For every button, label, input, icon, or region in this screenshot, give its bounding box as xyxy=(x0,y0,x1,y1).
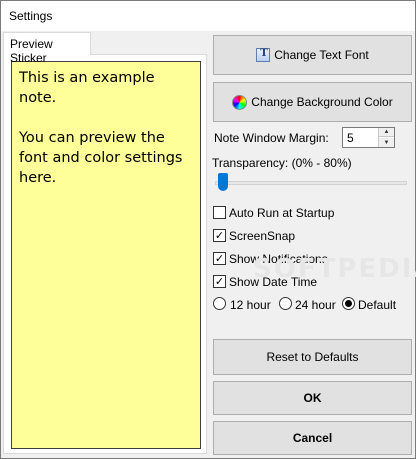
transparency-label: Transparency: (0% - 80%) xyxy=(212,156,352,170)
show-date-time-label: Show Date Time xyxy=(229,275,318,289)
cancel-label: Cancel xyxy=(292,431,333,445)
radio-default-label: Default xyxy=(358,298,397,312)
checkbox-show-notifications[interactable]: ✓ xyxy=(213,252,226,265)
tab-preview-sticker[interactable]: Preview Sticker xyxy=(3,32,91,65)
radio-12-hour[interactable] xyxy=(213,297,226,310)
radio-24-hour[interactable] xyxy=(279,297,292,310)
cancel-button[interactable]: Cancel xyxy=(213,421,412,455)
color-wheel-icon xyxy=(232,94,248,110)
screensnap-label: ScreenSnap xyxy=(229,229,296,243)
transparency-slider-track[interactable] xyxy=(215,181,407,185)
title-bar: Settings xyxy=(1,1,415,31)
font-icon xyxy=(256,48,271,62)
checkbox-auto-run[interactable] xyxy=(213,206,226,219)
window-title: Settings xyxy=(9,9,53,23)
sticker-preview: This is an example note. You can preview… xyxy=(11,61,201,449)
spinner-up-icon[interactable]: ▲ xyxy=(379,128,394,137)
change-text-font-button[interactable]: Change Text Font xyxy=(213,35,412,75)
margin-value: 5 xyxy=(347,131,354,145)
check-icon: ✓ xyxy=(214,252,225,265)
margin-spinner[interactable]: 5 ▲ ▼ xyxy=(342,127,395,148)
reset-to-defaults-button[interactable]: Reset to Defaults xyxy=(213,339,412,375)
check-icon: ✓ xyxy=(214,275,225,288)
spinner-down-icon[interactable]: ▼ xyxy=(379,138,394,147)
radio-12-hour-label: 12 hour xyxy=(230,298,271,312)
tab-label: Preview Sticker xyxy=(10,37,53,65)
change-background-color-button[interactable]: Change Background Color xyxy=(213,82,412,122)
check-icon: ✓ xyxy=(214,229,225,242)
change-text-font-label: Change Text Font xyxy=(274,48,369,62)
sticker-text-line2: You can preview the font and color setti… xyxy=(19,130,183,186)
margin-label: Note Window Margin: xyxy=(214,131,329,145)
radio-24-hour-label: 24 hour xyxy=(295,298,336,312)
settings-window: Settings Preview Sticker This is an exam… xyxy=(0,0,416,459)
spinner-arrows: ▲ ▼ xyxy=(378,128,394,147)
radio-default[interactable] xyxy=(342,297,355,310)
sticker-text-line1: This is an example note. xyxy=(19,70,155,106)
ok-button[interactable]: OK xyxy=(213,381,412,415)
transparency-slider-thumb[interactable] xyxy=(218,173,228,191)
checkbox-show-date-time[interactable]: ✓ xyxy=(213,275,226,288)
reset-to-defaults-label: Reset to Defaults xyxy=(266,350,359,364)
change-background-color-label: Change Background Color xyxy=(251,95,393,109)
ok-label: OK xyxy=(303,391,322,405)
show-notifications-label: Show Notifications xyxy=(229,252,328,266)
auto-run-label: Auto Run at Startup xyxy=(229,206,335,220)
checkbox-screensnap[interactable]: ✓ xyxy=(213,229,226,242)
